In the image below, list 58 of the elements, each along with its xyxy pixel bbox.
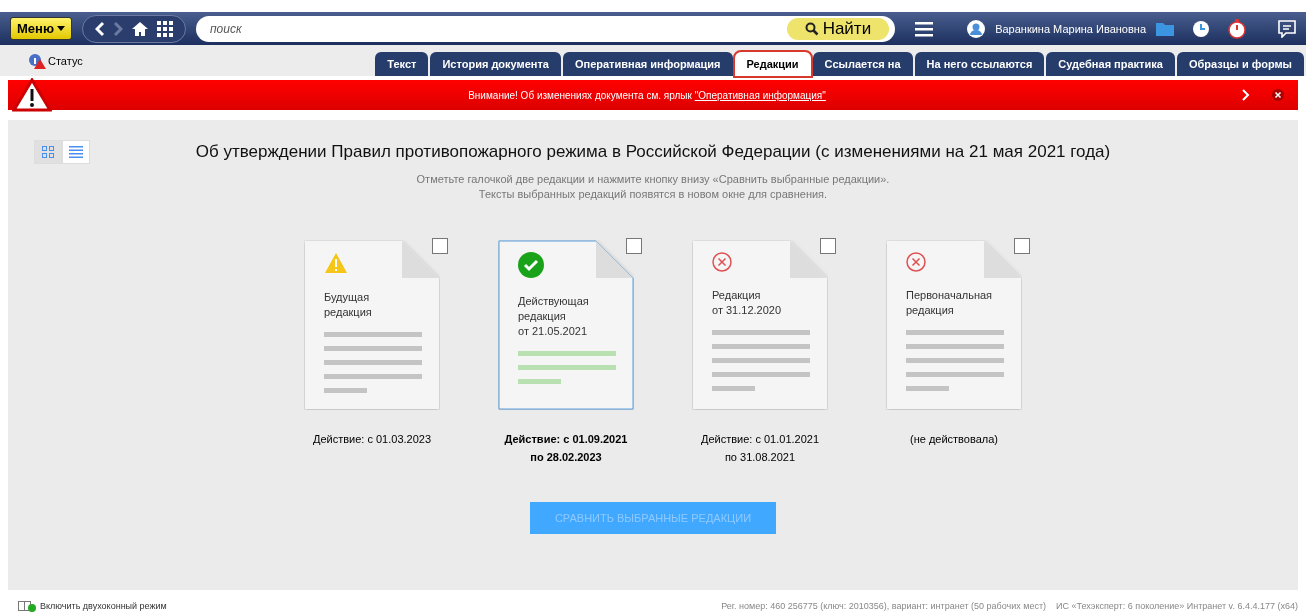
grid-icon xyxy=(42,146,54,158)
edition-checkbox[interactable] xyxy=(432,238,448,254)
tab[interactable]: История документа xyxy=(430,52,561,76)
edition-period: Действие: с 01.09.2021 по 28.02.2023 xyxy=(503,432,629,465)
forward-icon[interactable] xyxy=(113,20,123,37)
close-icon[interactable] xyxy=(1272,89,1284,101)
menu-button[interactable]: Меню xyxy=(10,17,72,40)
tab[interactable]: Текст xyxy=(375,52,429,76)
hint-text: Тексты выбранных редакций появятся в новом окне для сравнения. xyxy=(477,187,829,202)
warning-icon xyxy=(12,78,52,112)
tab[interactable]: Судебная практика xyxy=(1046,52,1175,76)
caret-icon xyxy=(57,26,65,31)
info-warning-icon xyxy=(28,53,46,69)
message-icon[interactable] xyxy=(1278,19,1296,38)
version-info: ИС «Техэксперт: 6 поколение» Интранет v. 6.4.4.177 (x64) xyxy=(1056,601,1298,611)
edition-name: Первоначальная редакция xyxy=(906,288,994,318)
warning-icon xyxy=(324,252,348,274)
list-view-button[interactable] xyxy=(62,140,90,164)
next-icon[interactable] xyxy=(1242,89,1250,101)
edition-period: Действие: с 01.01.2021 по 31.08.2021 xyxy=(699,432,821,465)
edition-name: Редакция от 31.12.2020 xyxy=(712,288,783,318)
edition-name: Действующая редакция от 21.05.2021 xyxy=(518,294,590,339)
tab[interactable]: Ссылается на xyxy=(812,52,913,76)
edition-period: Действие: с 01.03.2023 xyxy=(311,432,433,447)
user-avatar-icon xyxy=(967,19,986,38)
search-field[interactable]: поиск xyxy=(196,15,787,42)
list-icon xyxy=(69,146,83,158)
two-window-icon xyxy=(18,600,36,612)
edition-period: (не действовала) xyxy=(909,432,999,447)
registration-info: Рег. номер: 460 256775 (ключ: 2010356), вариант: интранет (50 рабочих мест) xyxy=(721,601,1047,611)
search-icon xyxy=(804,21,819,36)
edition-name: Будущая редакция xyxy=(324,290,373,320)
edition-checkbox[interactable] xyxy=(820,238,836,254)
cross-circle-icon xyxy=(712,252,732,272)
tab[interactable]: Образцы и формы xyxy=(1176,52,1304,76)
home-icon[interactable] xyxy=(131,20,149,37)
hint-text: Отметьте галочкой две редакции и нажмите кнопку внизу «Сравнить выбранные редакции». xyxy=(416,172,890,187)
checkmark-icon xyxy=(518,252,544,278)
find-button[interactable]: Найти xyxy=(786,15,896,42)
status-link[interactable]: Статус xyxy=(28,53,83,69)
tab[interactable]: На него ссылаются xyxy=(914,52,1045,76)
alert-link[interactable]: "Оперативная информация" xyxy=(694,89,826,101)
cross-circle-icon xyxy=(906,252,926,272)
user-name: Варанкина Марина Ивановна xyxy=(995,22,1146,35)
apps-grid-icon[interactable] xyxy=(157,20,173,37)
clock-icon[interactable] xyxy=(1192,19,1210,38)
alert-message: Внимание! Об изменениях документа см. ярлык "Оперативная информация" xyxy=(467,89,827,101)
folder-icon[interactable] xyxy=(1156,21,1174,36)
two-window-link[interactable]: Включить двухоконный режим xyxy=(18,600,167,612)
tab[interactable]: Редакции xyxy=(734,52,811,76)
grid-view-button[interactable] xyxy=(34,140,62,164)
menu-icon[interactable] xyxy=(915,20,934,37)
document-title: Об утверждении Правил противопожарного режима в Российской Федерации (с изменениями на 21 мая 2021 года) xyxy=(195,142,1111,162)
back-icon[interactable] xyxy=(95,20,105,37)
tab[interactable]: Оперативная информация xyxy=(562,52,733,76)
edition-checkbox[interactable] xyxy=(626,238,642,254)
edition-checkbox[interactable] xyxy=(1014,238,1030,254)
stopwatch-icon[interactable] xyxy=(1228,18,1246,39)
